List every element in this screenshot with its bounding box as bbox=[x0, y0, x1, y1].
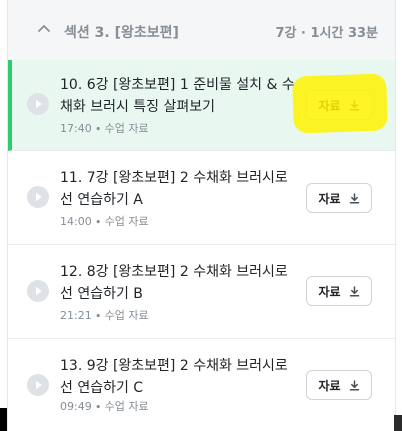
play-circle-icon[interactable] bbox=[27, 93, 49, 115]
lesson-title[interactable]: 10. 6강 [왕초보편] 1 준비물 설치 & 수채화 브러시 특징 살펴보기 bbox=[60, 74, 300, 118]
lesson-item[interactable]: 12. 8강 [왕초보편] 2 수채화 브러시로 선 연습하기 B 21:21 ∙… bbox=[8, 245, 395, 339]
resource-button-label: 자료 bbox=[318, 284, 341, 299]
lesson-type: 수업 자료 bbox=[104, 400, 149, 413]
lesson-duration: 14:00 bbox=[60, 215, 92, 228]
lesson-type: 수업 자료 bbox=[104, 122, 149, 135]
meta-separator: ∙ bbox=[94, 215, 102, 228]
section-title: 섹션 3. [왕초보편] bbox=[64, 25, 179, 41]
lesson-item[interactable]: 13. 9강 [왕초보편] 2 수채화 브러시로 선 연습하기 C 09:49 ∙… bbox=[8, 339, 395, 431]
resource-button-label: 자료 bbox=[318, 191, 341, 206]
section-header[interactable]: 섹션 3. [왕초보편] 7강 ∙ 1시간 33분 bbox=[8, 0, 395, 61]
lesson-meta: 17:40 ∙ 수업 자료 bbox=[60, 120, 149, 136]
chevron-up-icon[interactable] bbox=[35, 20, 53, 38]
highlight-annotation bbox=[292, 73, 388, 134]
lesson-duration: 09:49 bbox=[60, 400, 92, 413]
resource-download-button[interactable]: 자료 bbox=[306, 183, 372, 213]
curriculum-panel: 섹션 3. [왕초보편] 7강 ∙ 1시간 33분 10. 6강 [왕초보편] … bbox=[7, 0, 396, 431]
lesson-item[interactable]: 11. 7강 [왕초보편] 2 수채화 브러시로 선 연습하기 A 14:00 ∙… bbox=[8, 151, 395, 245]
lesson-title[interactable]: 11. 7강 [왕초보편] 2 수채화 브러시로 선 연습하기 A bbox=[60, 167, 300, 211]
download-icon bbox=[349, 285, 360, 297]
meta-separator: ∙ bbox=[94, 309, 102, 322]
lesson-meta: 09:49 ∙ 수업 자료 bbox=[60, 398, 149, 414]
section-meta: 7강 ∙ 1시간 33분 bbox=[275, 26, 378, 41]
resource-download-button[interactable]: 자료 bbox=[306, 276, 372, 306]
meta-separator: ∙ bbox=[94, 122, 102, 135]
lesson-duration: 21:21 bbox=[60, 309, 92, 322]
lesson-title[interactable]: 13. 9강 [왕초보편] 2 수채화 브러시로 선 연습하기 C bbox=[60, 355, 300, 399]
resource-download-button[interactable]: 자료 bbox=[306, 370, 372, 400]
window-edge bbox=[394, 415, 402, 431]
lesson-duration: 17:40 bbox=[60, 122, 92, 135]
resource-button-label: 자료 bbox=[318, 378, 341, 393]
play-circle-icon[interactable] bbox=[27, 280, 49, 302]
download-icon bbox=[349, 192, 360, 204]
lesson-type: 수업 자료 bbox=[104, 309, 149, 322]
lesson-meta: 21:21 ∙ 수업 자료 bbox=[60, 307, 149, 323]
download-icon bbox=[349, 379, 360, 391]
play-circle-icon[interactable] bbox=[27, 186, 49, 208]
play-circle-icon[interactable] bbox=[27, 374, 49, 396]
meta-separator: ∙ bbox=[94, 400, 102, 413]
window-edge bbox=[0, 408, 7, 431]
lesson-meta: 14:00 ∙ 수업 자료 bbox=[60, 213, 149, 229]
lesson-type: 수업 자료 bbox=[104, 215, 149, 228]
lesson-title[interactable]: 12. 8강 [왕초보편] 2 수채화 브러시로 선 연습하기 B bbox=[60, 261, 300, 305]
